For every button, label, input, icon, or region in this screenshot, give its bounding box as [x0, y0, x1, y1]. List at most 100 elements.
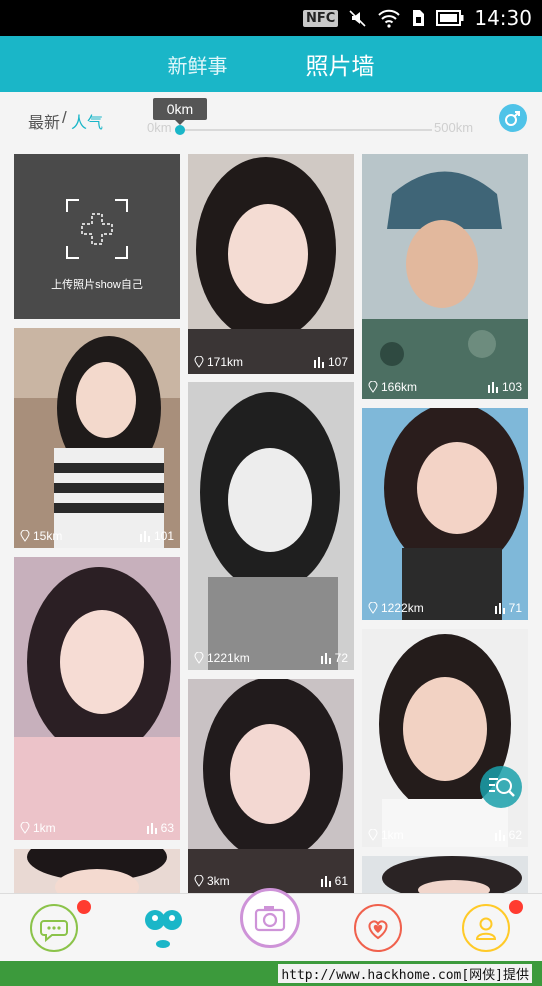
- mute-icon: [349, 10, 366, 27]
- nav-camera-button[interactable]: [240, 888, 300, 948]
- photo-meta: 1km 62: [362, 825, 528, 847]
- photo-card[interactable]: 3km 61: [188, 679, 354, 893]
- gender-filter-button[interactable]: [499, 104, 527, 132]
- photo-meta: 1221km 72: [188, 648, 354, 670]
- status-bar: NFC 14:30: [0, 0, 542, 36]
- popularity-bars-icon: [313, 357, 324, 368]
- popularity-bars-icon: [146, 823, 157, 834]
- portrait-photo: [14, 557, 180, 840]
- photo-card[interactable]: 166km 103: [362, 154, 528, 399]
- distance-slider-track[interactable]: [180, 129, 432, 131]
- bottom-nav: [0, 888, 542, 961]
- popularity-bars-icon: [320, 876, 331, 887]
- heart-icon: [368, 920, 388, 940]
- app-root: NFC 14:30 新鲜事 照片墙 最新 / 人气 0km 500km 0km: [0, 0, 542, 986]
- filter-bar: 最新 / 人气 0km 500km 0km: [0, 92, 542, 148]
- photo-popularity: 71: [508, 601, 522, 615]
- sim-card-icon: [413, 10, 425, 26]
- male-symbol-icon: [505, 111, 520, 126]
- distance-max-label: 500km: [434, 120, 474, 135]
- portrait-photo: [14, 328, 180, 548]
- portrait-photo: [362, 154, 528, 399]
- photo-distance: 1222km: [381, 601, 424, 615]
- sort-popular[interactable]: 人气: [71, 109, 103, 133]
- photo-distance: 1km: [33, 821, 56, 835]
- portrait-photo: [362, 629, 528, 847]
- photo-card[interactable]: [362, 856, 528, 893]
- photo-popularity: 101: [153, 529, 174, 543]
- photo-card[interactable]: 1222km 71: [362, 408, 528, 620]
- watermark-text: http://www.hackhome.com[网侠]提供: [278, 964, 532, 983]
- photo-meta: 171km 107: [188, 352, 354, 374]
- photo-card[interactable]: 15km 101: [14, 328, 180, 548]
- upload-label: 上传照片show自己: [51, 279, 143, 291]
- popularity-bars-icon: [494, 830, 505, 841]
- photo-distance: 171km: [207, 355, 244, 369]
- portrait-photo: [188, 154, 354, 374]
- nav-discover-button[interactable]: [138, 902, 188, 956]
- sort-newest[interactable]: 最新: [28, 109, 60, 133]
- location-pin-icon: [20, 530, 30, 542]
- location-pin-icon: [20, 822, 30, 834]
- photo-distance: 1221km: [207, 651, 250, 665]
- profile-notification-badge: [509, 900, 523, 914]
- popularity-bars-icon: [139, 531, 150, 542]
- header: 新鲜事 照片墙: [0, 36, 542, 92]
- wifi-icon: [378, 9, 401, 28]
- discover-face-icon: [145, 910, 182, 948]
- nav-favorites-button[interactable]: [354, 904, 402, 952]
- portrait-photo: [188, 679, 354, 893]
- location-pin-icon: [368, 602, 378, 614]
- location-pin-icon: [194, 356, 204, 368]
- search-fab[interactable]: [480, 766, 522, 808]
- portrait-photo: [188, 382, 354, 670]
- photo-card[interactable]: 1221km 72: [188, 382, 354, 670]
- popularity-bars-icon: [320, 653, 331, 664]
- location-pin-icon: [368, 829, 378, 841]
- nfc-indicator: NFC: [303, 9, 339, 27]
- photo-distance: 1km: [381, 828, 404, 842]
- photo-meta: 1222km 71: [362, 598, 528, 620]
- tab-photo-wall[interactable]: 照片墙: [306, 47, 375, 81]
- photo-popularity: 62: [508, 828, 522, 842]
- photo-distance: 166km: [381, 380, 418, 394]
- photo-card[interactable]: 1km 62: [362, 629, 528, 847]
- profile-icon: [475, 917, 497, 940]
- photo-distance: 15km: [33, 529, 63, 543]
- tab-news[interactable]: 新鲜事: [168, 50, 228, 79]
- search-list-icon: [489, 778, 515, 797]
- clock: 14:30: [474, 6, 532, 30]
- photo-meta: 166km 103: [362, 377, 528, 399]
- photo-card[interactable]: 171km 107: [188, 154, 354, 374]
- watermark-bar: http://www.hackhome.com[网侠]提供: [0, 961, 542, 986]
- camera-frame-plus-icon: [66, 199, 128, 259]
- nav-profile-button[interactable]: [462, 904, 510, 952]
- portrait-photo: [362, 856, 528, 893]
- photo-meta: 1km 63: [14, 818, 180, 840]
- distance-slider-value: 0km: [153, 98, 207, 125]
- distance-slider-handle[interactable]: [175, 125, 185, 135]
- portrait-photo: [14, 849, 180, 893]
- camera-icon: [254, 906, 286, 932]
- location-pin-icon: [368, 381, 378, 393]
- nav-chat-button[interactable]: [30, 904, 78, 952]
- battery-icon: [436, 10, 464, 26]
- photo-popularity: 72: [334, 651, 348, 665]
- sort-separator: /: [62, 108, 67, 127]
- photo-distance: 3km: [207, 874, 230, 888]
- popularity-bars-icon: [487, 382, 498, 393]
- popularity-bars-icon: [494, 603, 505, 614]
- photo-popularity: 103: [501, 380, 522, 394]
- location-pin-icon: [194, 652, 204, 664]
- chat-bubble-icon: [40, 920, 68, 943]
- photo-card[interactable]: [14, 849, 180, 893]
- photo-popularity: 107: [327, 355, 348, 369]
- photo-card[interactable]: 1km 63: [14, 557, 180, 840]
- portrait-photo: [362, 408, 528, 620]
- distance-min-label: 0km: [147, 120, 172, 135]
- photo-popularity: 63: [160, 821, 174, 835]
- upload-photo-card[interactable]: 上传照片show自己: [14, 154, 180, 319]
- photo-meta: 15km 101: [14, 526, 180, 548]
- location-pin-icon: [194, 875, 204, 887]
- photo-popularity: 61: [334, 874, 348, 888]
